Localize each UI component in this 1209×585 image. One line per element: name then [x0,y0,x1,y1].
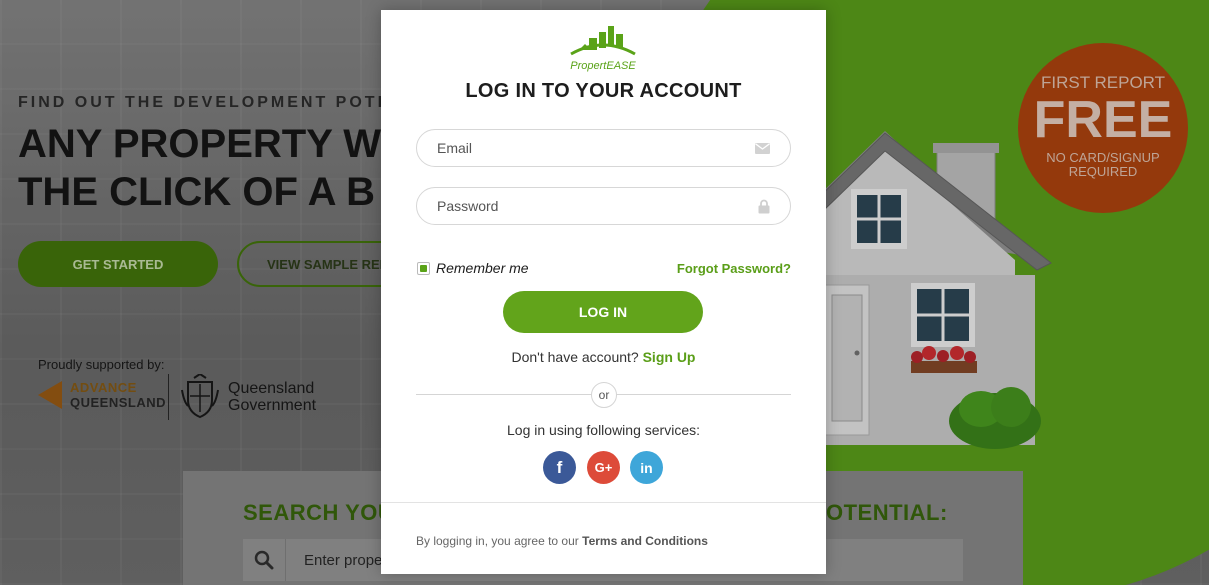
remember-me-checkbox[interactable] [417,261,430,275]
terms-prefix: By logging in, you agree to our [416,534,579,548]
facebook-icon: f [556,457,563,477]
or-badge: or [591,382,617,408]
propertease-logo: PropertEASE [570,26,636,72]
modal-footer-divider [381,502,826,503]
terms-notice: By logging in, you agree to our Terms an… [416,534,708,548]
remember-me[interactable]: Remember me [417,260,529,276]
no-account-text: Don't have account? [511,349,639,365]
linkedin-login-button[interactable]: in [630,451,663,484]
password-placeholder: Password [437,198,499,214]
email-field[interactable]: Email [416,129,791,167]
forgot-password-link[interactable]: Forgot Password? [677,261,791,276]
services-label: Log in using following services: [507,422,700,438]
login-button[interactable]: LOG IN [503,291,703,333]
google-plus-icon: G+ [594,460,613,475]
password-field[interactable]: Password [416,187,791,225]
google-plus-login-button[interactable]: G+ [587,451,620,484]
remember-me-label[interactable]: Remember me [436,260,529,276]
terms-link[interactable]: Terms and Conditions [582,534,708,548]
envelope-icon [755,142,770,154]
signup-link[interactable]: Sign Up [643,349,696,365]
signup-row: Don't have account? Sign Up [381,349,826,365]
modal-title: LOG IN TO YOUR ACCOUNT [465,80,742,102]
login-modal: PropertEASE LOG IN TO YOUR ACCOUNT Email… [381,10,826,574]
brand-name: PropertEASE [570,60,636,72]
email-placeholder: Email [437,140,473,156]
lock-icon [758,199,770,213]
checkbox-check-icon [420,264,427,272]
linkedin-icon: in [640,459,653,476]
facebook-login-button[interactable]: f [543,451,576,484]
